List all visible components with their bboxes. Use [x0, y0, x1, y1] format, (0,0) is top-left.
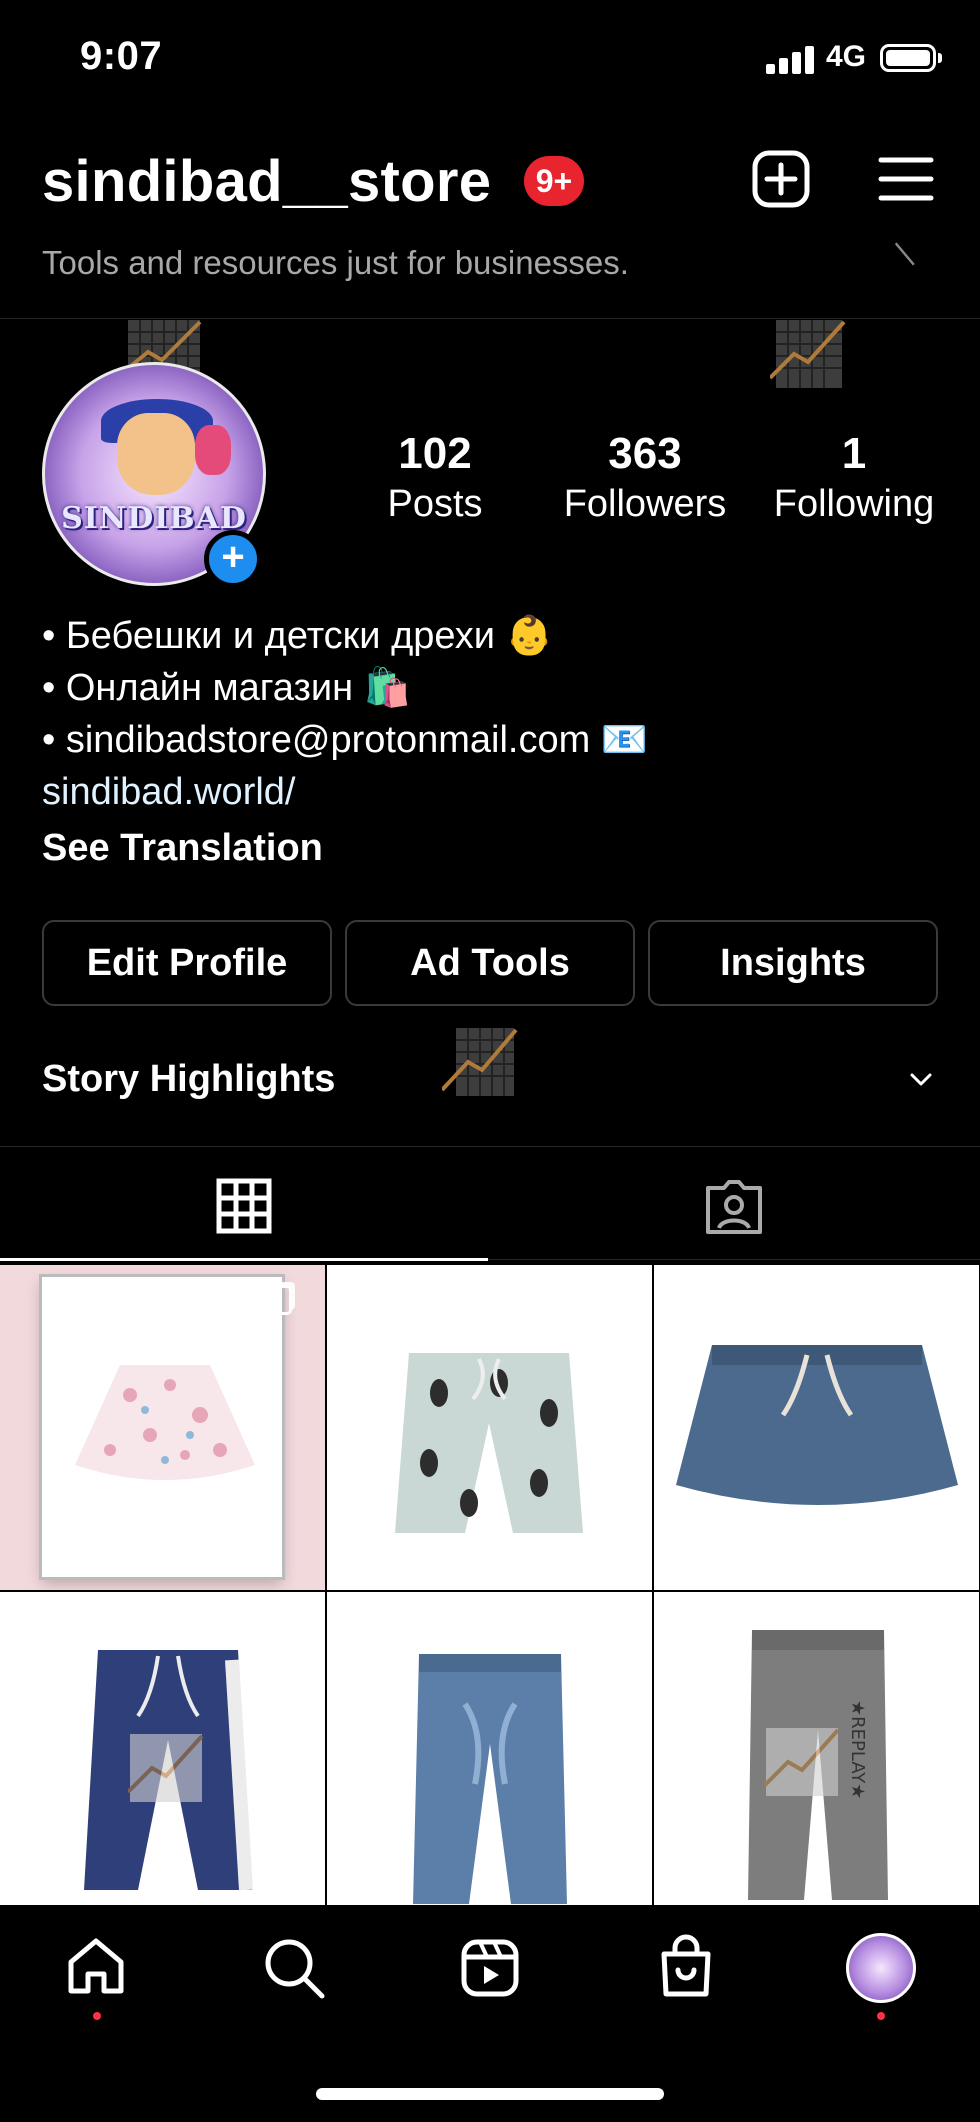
insights-button[interactable]: Insights — [648, 920, 938, 1006]
analytics-chart-icon — [762, 1726, 840, 1798]
grid-post[interactable] — [654, 1265, 979, 1590]
tab-divider — [488, 1259, 980, 1260]
home-icon[interactable] — [66, 1936, 126, 1996]
battery-icon — [880, 44, 936, 72]
ad-tools-button[interactable]: Ad Tools — [345, 920, 635, 1006]
see-translation-button[interactable]: See Translation — [42, 824, 323, 872]
multiple-photos-icon — [262, 1285, 292, 1315]
stat-label: Posts — [387, 483, 483, 525]
active-tab-indicator — [0, 1258, 488, 1261]
stat-label: Followers — [563, 483, 727, 525]
grid-post[interactable] — [0, 1265, 325, 1590]
create-post-icon[interactable] — [752, 150, 810, 208]
reels-icon[interactable] — [460, 1938, 520, 1998]
notification-badge[interactable]: 9+ — [524, 156, 584, 206]
menu-icon[interactable] — [878, 156, 934, 202]
penguin-shorts-image — [395, 1353, 583, 1533]
network-label: 4G — [826, 40, 867, 73]
stat-value: 102 — [398, 429, 472, 478]
grid-post[interactable] — [0, 1592, 325, 1917]
stat-posts[interactable]: 102 Posts — [370, 428, 500, 528]
battery-cap — [938, 53, 942, 63]
tabs-divider — [0, 1146, 980, 1147]
profile-notification-dot — [877, 2012, 885, 2020]
svg-text:★REPLAY★: ★REPLAY★ — [847, 1700, 868, 1799]
stat-following[interactable]: 1 Following — [764, 428, 944, 528]
story-highlights-label[interactable]: Story Highlights — [42, 1058, 335, 1101]
stat-value: 1 — [841, 429, 867, 478]
stat-value: 363 — [608, 429, 682, 478]
banner-dismiss-icon[interactable]: | — [890, 237, 918, 268]
stat-label: Following — [773, 483, 935, 525]
bio-line: • Бебешки и детски дрехи 👶 — [42, 615, 553, 657]
business-banner-text[interactable]: Tools and resources just for businesses. — [42, 244, 629, 282]
denim-jeans-image — [413, 1654, 567, 1904]
bio-line: • Онлайн магазин 🛍️ — [42, 667, 411, 709]
profile-tab-avatar[interactable] — [846, 1933, 916, 2003]
signal-strength-icon — [766, 44, 816, 74]
avatar-face — [117, 413, 195, 495]
grid-post[interactable]: ★REPLAY★ — [654, 1592, 979, 1917]
tagged-tab-icon[interactable] — [704, 1178, 764, 1236]
grid-post[interactable] — [327, 1592, 652, 1917]
profile-username[interactable]: sindibad__store — [42, 148, 491, 215]
website-link[interactable]: sindibad.world/ — [42, 768, 295, 816]
avatar-arm — [195, 425, 231, 475]
home-indicator[interactable] — [316, 2088, 664, 2100]
grid-post[interactable] — [327, 1265, 652, 1590]
navy-skort-image — [676, 1345, 958, 1505]
home-notification-dot — [93, 2012, 101, 2020]
shop-icon[interactable] — [656, 1934, 716, 1998]
status-time: 9:07 — [80, 34, 163, 78]
search-icon[interactable] — [262, 1936, 326, 2000]
analytics-chart-icon — [768, 318, 846, 390]
analytics-chart-icon — [440, 1026, 518, 1098]
add-story-button[interactable]: + — [204, 530, 262, 588]
chevron-down-icon[interactable] — [906, 1064, 936, 1094]
floral-skirt-image — [75, 1365, 255, 1480]
grid-tab-icon[interactable] — [216, 1178, 272, 1234]
bio-line[interactable]: • sindibadstore@protonmail.com 📧 — [42, 716, 648, 764]
multiple-photos-icon — [262, 1614, 292, 1644]
analytics-chart-icon — [126, 1732, 204, 1804]
stat-followers[interactable]: 363 Followers — [552, 428, 738, 528]
edit-profile-button[interactable]: Edit Profile — [42, 920, 332, 1006]
